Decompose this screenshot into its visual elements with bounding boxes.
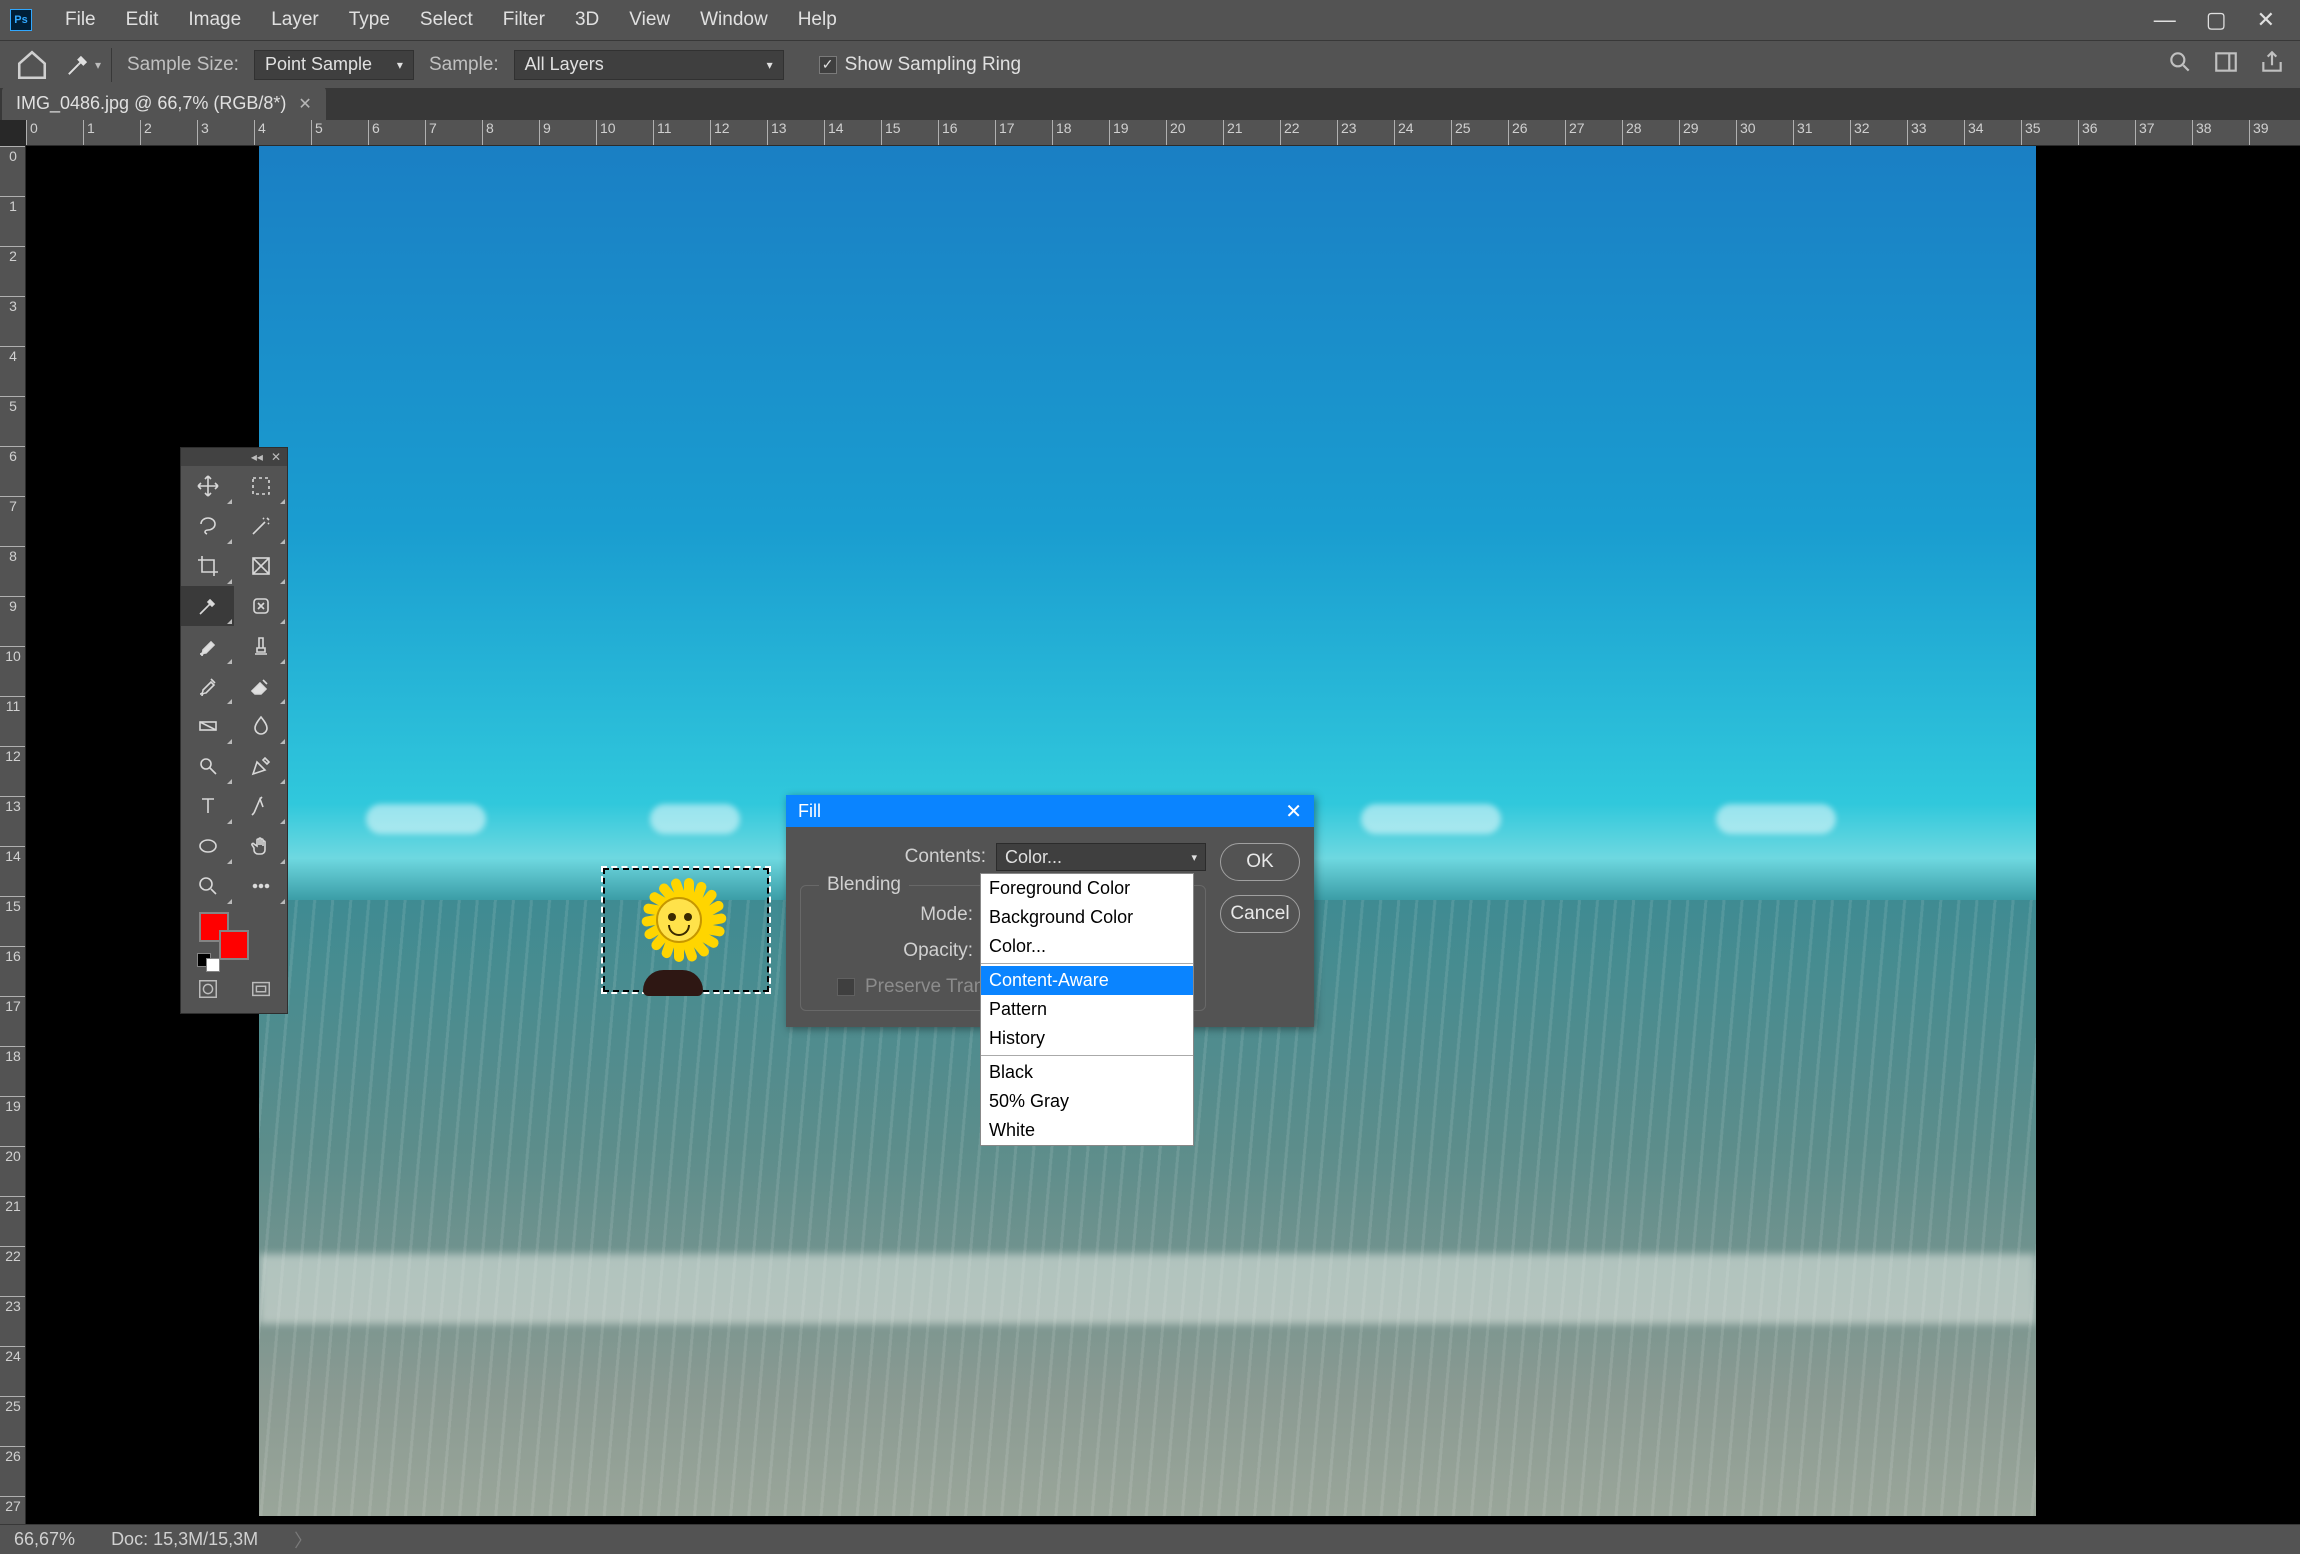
- move-tool[interactable]: [181, 466, 234, 506]
- tools-panel[interactable]: ◂◂✕: [180, 447, 288, 1014]
- home-button[interactable]: [15, 48, 49, 82]
- hand-tool[interactable]: [234, 826, 287, 866]
- cancel-button[interactable]: Cancel: [1220, 895, 1300, 933]
- magic-wand-tool[interactable]: [234, 506, 287, 546]
- menu-type[interactable]: Type: [334, 9, 405, 31]
- path-tool[interactable]: [234, 786, 287, 826]
- vertical-ruler: 0123456789101112131415161718192021222324…: [0, 146, 26, 1524]
- type-tool[interactable]: [181, 786, 234, 826]
- swimmer-head: [643, 970, 703, 996]
- ok-button[interactable]: OK: [1220, 843, 1300, 881]
- zoom-tool[interactable]: [181, 866, 234, 906]
- contents-select[interactable]: Color...▾: [996, 843, 1206, 871]
- minimize-button[interactable]: —: [2154, 7, 2176, 33]
- quick-mask-icon[interactable]: [197, 978, 219, 1005]
- show-sampling-ring-option[interactable]: ✓ Show Sampling Ring: [819, 54, 1021, 76]
- zoom-level[interactable]: 66,67%: [14, 1529, 75, 1550]
- checkbox-icon: ✓: [819, 56, 837, 74]
- opacity-label: Opacity:: [813, 940, 973, 962]
- status-chevron-icon[interactable]: 〉: [294, 1527, 312, 1553]
- sample-size-label: Sample Size:: [127, 54, 239, 76]
- dialog-titlebar[interactable]: Fill ✕: [786, 795, 1314, 827]
- search-icon[interactable]: [2167, 49, 2193, 81]
- menu-select[interactable]: Select: [405, 9, 488, 31]
- crop-tool[interactable]: [181, 546, 234, 586]
- frame-tool[interactable]: [234, 546, 287, 586]
- contents-label: Contents:: [826, 846, 986, 868]
- tools-panel-header[interactable]: ◂◂✕: [181, 448, 287, 466]
- options-bar: ▾ Sample Size: Point Sample▾ Sample: All…: [0, 40, 2300, 88]
- gradient-tool[interactable]: [181, 706, 234, 746]
- color-swatches[interactable]: [181, 912, 287, 972]
- lasso-tool[interactable]: [181, 506, 234, 546]
- dropdown-item[interactable]: White: [981, 1116, 1193, 1145]
- close-tab-icon[interactable]: ✕: [298, 94, 311, 114]
- sunflower-sticker: [639, 880, 719, 960]
- eraser-tool[interactable]: [234, 666, 287, 706]
- dropdown-item[interactable]: History: [981, 1024, 1193, 1053]
- maximize-button[interactable]: ▢: [2206, 7, 2227, 33]
- horizontal-ruler: 0123456789101112131415161718192021222324…: [26, 120, 2300, 146]
- document-tab[interactable]: IMG_0486.jpg @ 66,7% (RGB/8*) ✕: [2, 87, 326, 120]
- mode-label: Mode:: [813, 904, 973, 926]
- dropdown-item[interactable]: Foreground Color: [981, 874, 1193, 903]
- checkbox-icon: [837, 978, 855, 996]
- more-tool[interactable]: [234, 866, 287, 906]
- sample-select[interactable]: All Layers▾: [514, 50, 784, 80]
- menu-edit[interactable]: Edit: [111, 9, 174, 31]
- menu-filter[interactable]: Filter: [488, 9, 560, 31]
- blur-tool[interactable]: [234, 706, 287, 746]
- dropdown-item[interactable]: 50% Gray: [981, 1087, 1193, 1116]
- dropdown-item[interactable]: Background Color: [981, 903, 1193, 932]
- app-icon: Ps: [10, 9, 32, 31]
- dropdown-item[interactable]: Color...: [981, 932, 1193, 961]
- pen-tool[interactable]: [234, 746, 287, 786]
- menu-file[interactable]: File: [50, 9, 111, 31]
- sample-label: Sample:: [429, 54, 499, 76]
- menu-help[interactable]: Help: [783, 9, 852, 31]
- history-brush-tool[interactable]: [181, 666, 234, 706]
- close-dialog-icon[interactable]: ✕: [1285, 799, 1302, 824]
- marquee-tool[interactable]: [234, 466, 287, 506]
- doc-size[interactable]: Doc: 15,3M/15,3M: [111, 1529, 258, 1550]
- fill-dialog[interactable]: Fill ✕ Contents: Color...▾ Foreground Co…: [786, 795, 1314, 1027]
- brush-tool[interactable]: [181, 626, 234, 666]
- dropdown-item[interactable]: Black: [981, 1058, 1193, 1087]
- menu-window[interactable]: Window: [685, 9, 783, 31]
- marquee-selection[interactable]: [601, 866, 771, 994]
- tab-bar: IMG_0486.jpg @ 66,7% (RGB/8*) ✕: [0, 88, 2300, 120]
- menu-image[interactable]: Image: [173, 9, 256, 31]
- workspace-icon[interactable]: [2213, 49, 2239, 81]
- menu-bar: Ps FileEditImageLayerTypeSelectFilter3DV…: [0, 0, 2300, 40]
- dropdown-item[interactable]: Content-Aware: [981, 966, 1193, 995]
- blending-legend: Blending: [819, 874, 909, 896]
- share-icon[interactable]: [2259, 49, 2285, 81]
- menu-view[interactable]: View: [614, 9, 685, 31]
- dodge-tool[interactable]: [181, 746, 234, 786]
- shape-tool[interactable]: [181, 826, 234, 866]
- window-controls: — ▢ ✕: [2154, 7, 2290, 33]
- eyedropper-tool[interactable]: [181, 586, 234, 626]
- workspace: 0123456789101112131415161718192021222324…: [0, 120, 2300, 1524]
- background-color-swatch[interactable]: [219, 930, 249, 960]
- contents-dropdown[interactable]: Foreground ColorBackground ColorColor...…: [980, 873, 1194, 1146]
- dropdown-item[interactable]: Pattern: [981, 995, 1193, 1024]
- stamp-tool[interactable]: [234, 626, 287, 666]
- healing-brush-tool[interactable]: [234, 586, 287, 626]
- sample-size-select[interactable]: Point Sample▾: [254, 50, 414, 80]
- status-bar: 66,67% Doc: 15,3M/15,3M 〉: [0, 1524, 2300, 1554]
- menu-layer[interactable]: Layer: [256, 9, 334, 31]
- screen-mode-icon[interactable]: [250, 978, 272, 1005]
- close-window-button[interactable]: ✕: [2257, 7, 2275, 33]
- menu-3d[interactable]: 3D: [560, 9, 614, 31]
- current-tool-icon[interactable]: ▾: [64, 48, 112, 82]
